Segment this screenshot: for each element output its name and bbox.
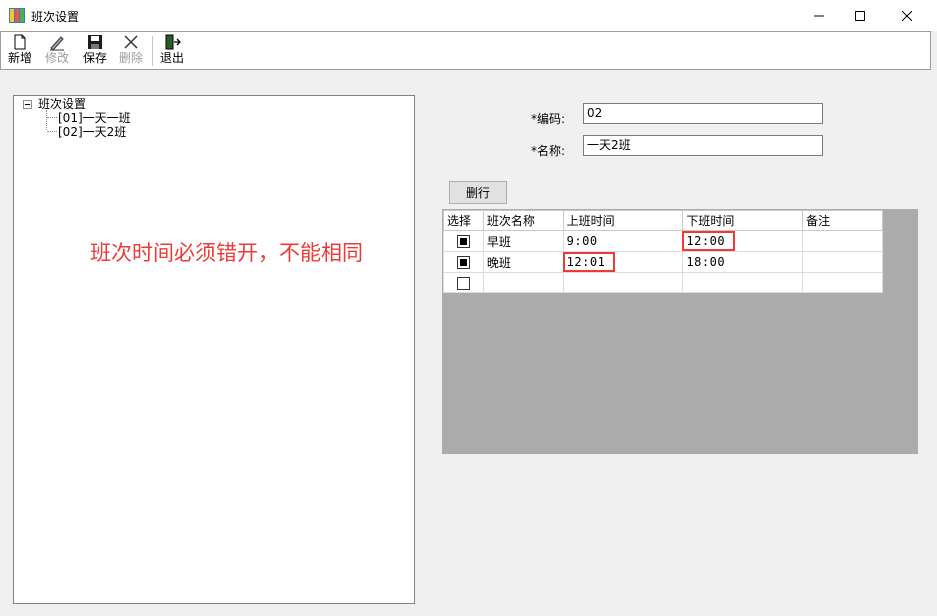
end-time-cell[interactable] xyxy=(682,272,804,293)
grid-header-row: 选择 班次名称 上班时间 下班时间 备注 xyxy=(443,210,883,231)
start-time-cell[interactable]: 9:00 xyxy=(562,230,684,252)
select-cell[interactable] xyxy=(443,230,484,252)
shift-grid-area: 选择 班次名称 上班时间 下班时间 备注 早班 9:00 12:00 晚班 12… xyxy=(442,209,918,454)
header-select[interactable]: 选择 xyxy=(443,210,484,231)
shift-name-cell[interactable]: 早班 xyxy=(482,230,564,252)
close-icon xyxy=(902,10,912,21)
tree-item-01[interactable]: [01]一天一班 xyxy=(58,111,131,125)
shift-grid: 选择 班次名称 上班时间 下班时间 备注 早班 9:00 12:00 晚班 12… xyxy=(443,210,883,293)
header-shift-name[interactable]: 班次名称 xyxy=(482,210,564,231)
shift-name-cell[interactable]: 晚班 xyxy=(482,251,564,273)
maximize-icon xyxy=(855,10,865,21)
close-button[interactable] xyxy=(884,0,930,31)
note-cell[interactable] xyxy=(802,272,883,293)
exit-button-label: 退出 xyxy=(159,51,184,65)
annotation-note: 班次时间必须错开，不能相同 xyxy=(90,241,363,265)
new-document-icon xyxy=(14,34,26,50)
shift-name-cell[interactable] xyxy=(482,272,564,293)
delete-button[interactable]: 删除 xyxy=(117,34,145,68)
save-disk-icon xyxy=(88,35,102,49)
delete-button-label: 删除 xyxy=(118,51,143,65)
save-button-label: 保存 xyxy=(82,51,107,65)
select-cell[interactable] xyxy=(443,251,484,273)
delete-x-icon xyxy=(124,35,138,49)
toolbar-separator xyxy=(152,36,153,66)
title-bar: 班次设置 xyxy=(0,0,937,31)
end-time-cell[interactable]: 12:00 xyxy=(682,230,804,252)
new-button[interactable]: 新增 xyxy=(7,34,33,68)
table-row: 晚班 12:01 18:00 xyxy=(443,251,883,273)
table-row: 早班 9:00 12:00 xyxy=(443,230,883,252)
minimize-button[interactable] xyxy=(796,0,842,31)
name-label: *名称: xyxy=(531,144,566,158)
delete-row-button[interactable]: 删行 xyxy=(449,181,507,204)
collapse-toggle-icon[interactable] xyxy=(23,100,32,109)
edit-button[interactable]: 修改 xyxy=(43,34,71,68)
tree-connector xyxy=(47,131,57,132)
note-cell[interactable] xyxy=(802,251,883,273)
app-icon xyxy=(9,8,25,23)
table-row xyxy=(443,272,883,293)
tree-connector xyxy=(46,110,47,130)
edit-button-label: 修改 xyxy=(44,51,69,65)
minimize-icon xyxy=(814,15,824,16)
save-button[interactable]: 保存 xyxy=(81,34,109,68)
exit-door-icon xyxy=(165,34,181,50)
edit-pencil-icon xyxy=(50,36,64,51)
highlight-box: 12:01 xyxy=(562,252,616,272)
row-checkbox[interactable] xyxy=(456,276,470,290)
window-title: 班次设置 xyxy=(31,10,80,24)
shift-tree[interactable]: 班次设置 [01]一天一班 [02]一天2班 班次时间必须错开，不能相同 xyxy=(13,95,415,604)
end-time-cell[interactable]: 18:00 xyxy=(682,251,804,273)
toolbar: 新增 修改 保存 删除 退出 xyxy=(0,31,931,70)
highlight-box: 12:00 xyxy=(682,231,736,251)
new-button-label: 新增 xyxy=(7,51,32,65)
row-checkbox[interactable] xyxy=(456,256,470,269)
code-field[interactable]: 02 xyxy=(583,103,823,124)
start-time-cell[interactable]: 12:01 xyxy=(562,251,684,273)
maximize-button[interactable] xyxy=(837,0,883,31)
note-cell[interactable] xyxy=(802,230,883,252)
name-field[interactable]: 一天2班 xyxy=(583,135,823,156)
header-note[interactable]: 备注 xyxy=(802,210,883,231)
tree-item-02[interactable]: [02]一天2班 xyxy=(58,125,126,139)
row-checkbox[interactable] xyxy=(456,235,470,248)
exit-button[interactable]: 退出 xyxy=(158,34,186,68)
tree-root[interactable]: 班次设置 xyxy=(38,97,86,111)
header-end-time[interactable]: 下班时间 xyxy=(682,210,804,231)
header-start-time[interactable]: 上班时间 xyxy=(562,210,684,231)
start-time-cell[interactable] xyxy=(562,272,684,293)
code-label: *编码: xyxy=(531,112,566,126)
select-cell[interactable] xyxy=(443,272,484,293)
tree-connector xyxy=(47,117,57,118)
